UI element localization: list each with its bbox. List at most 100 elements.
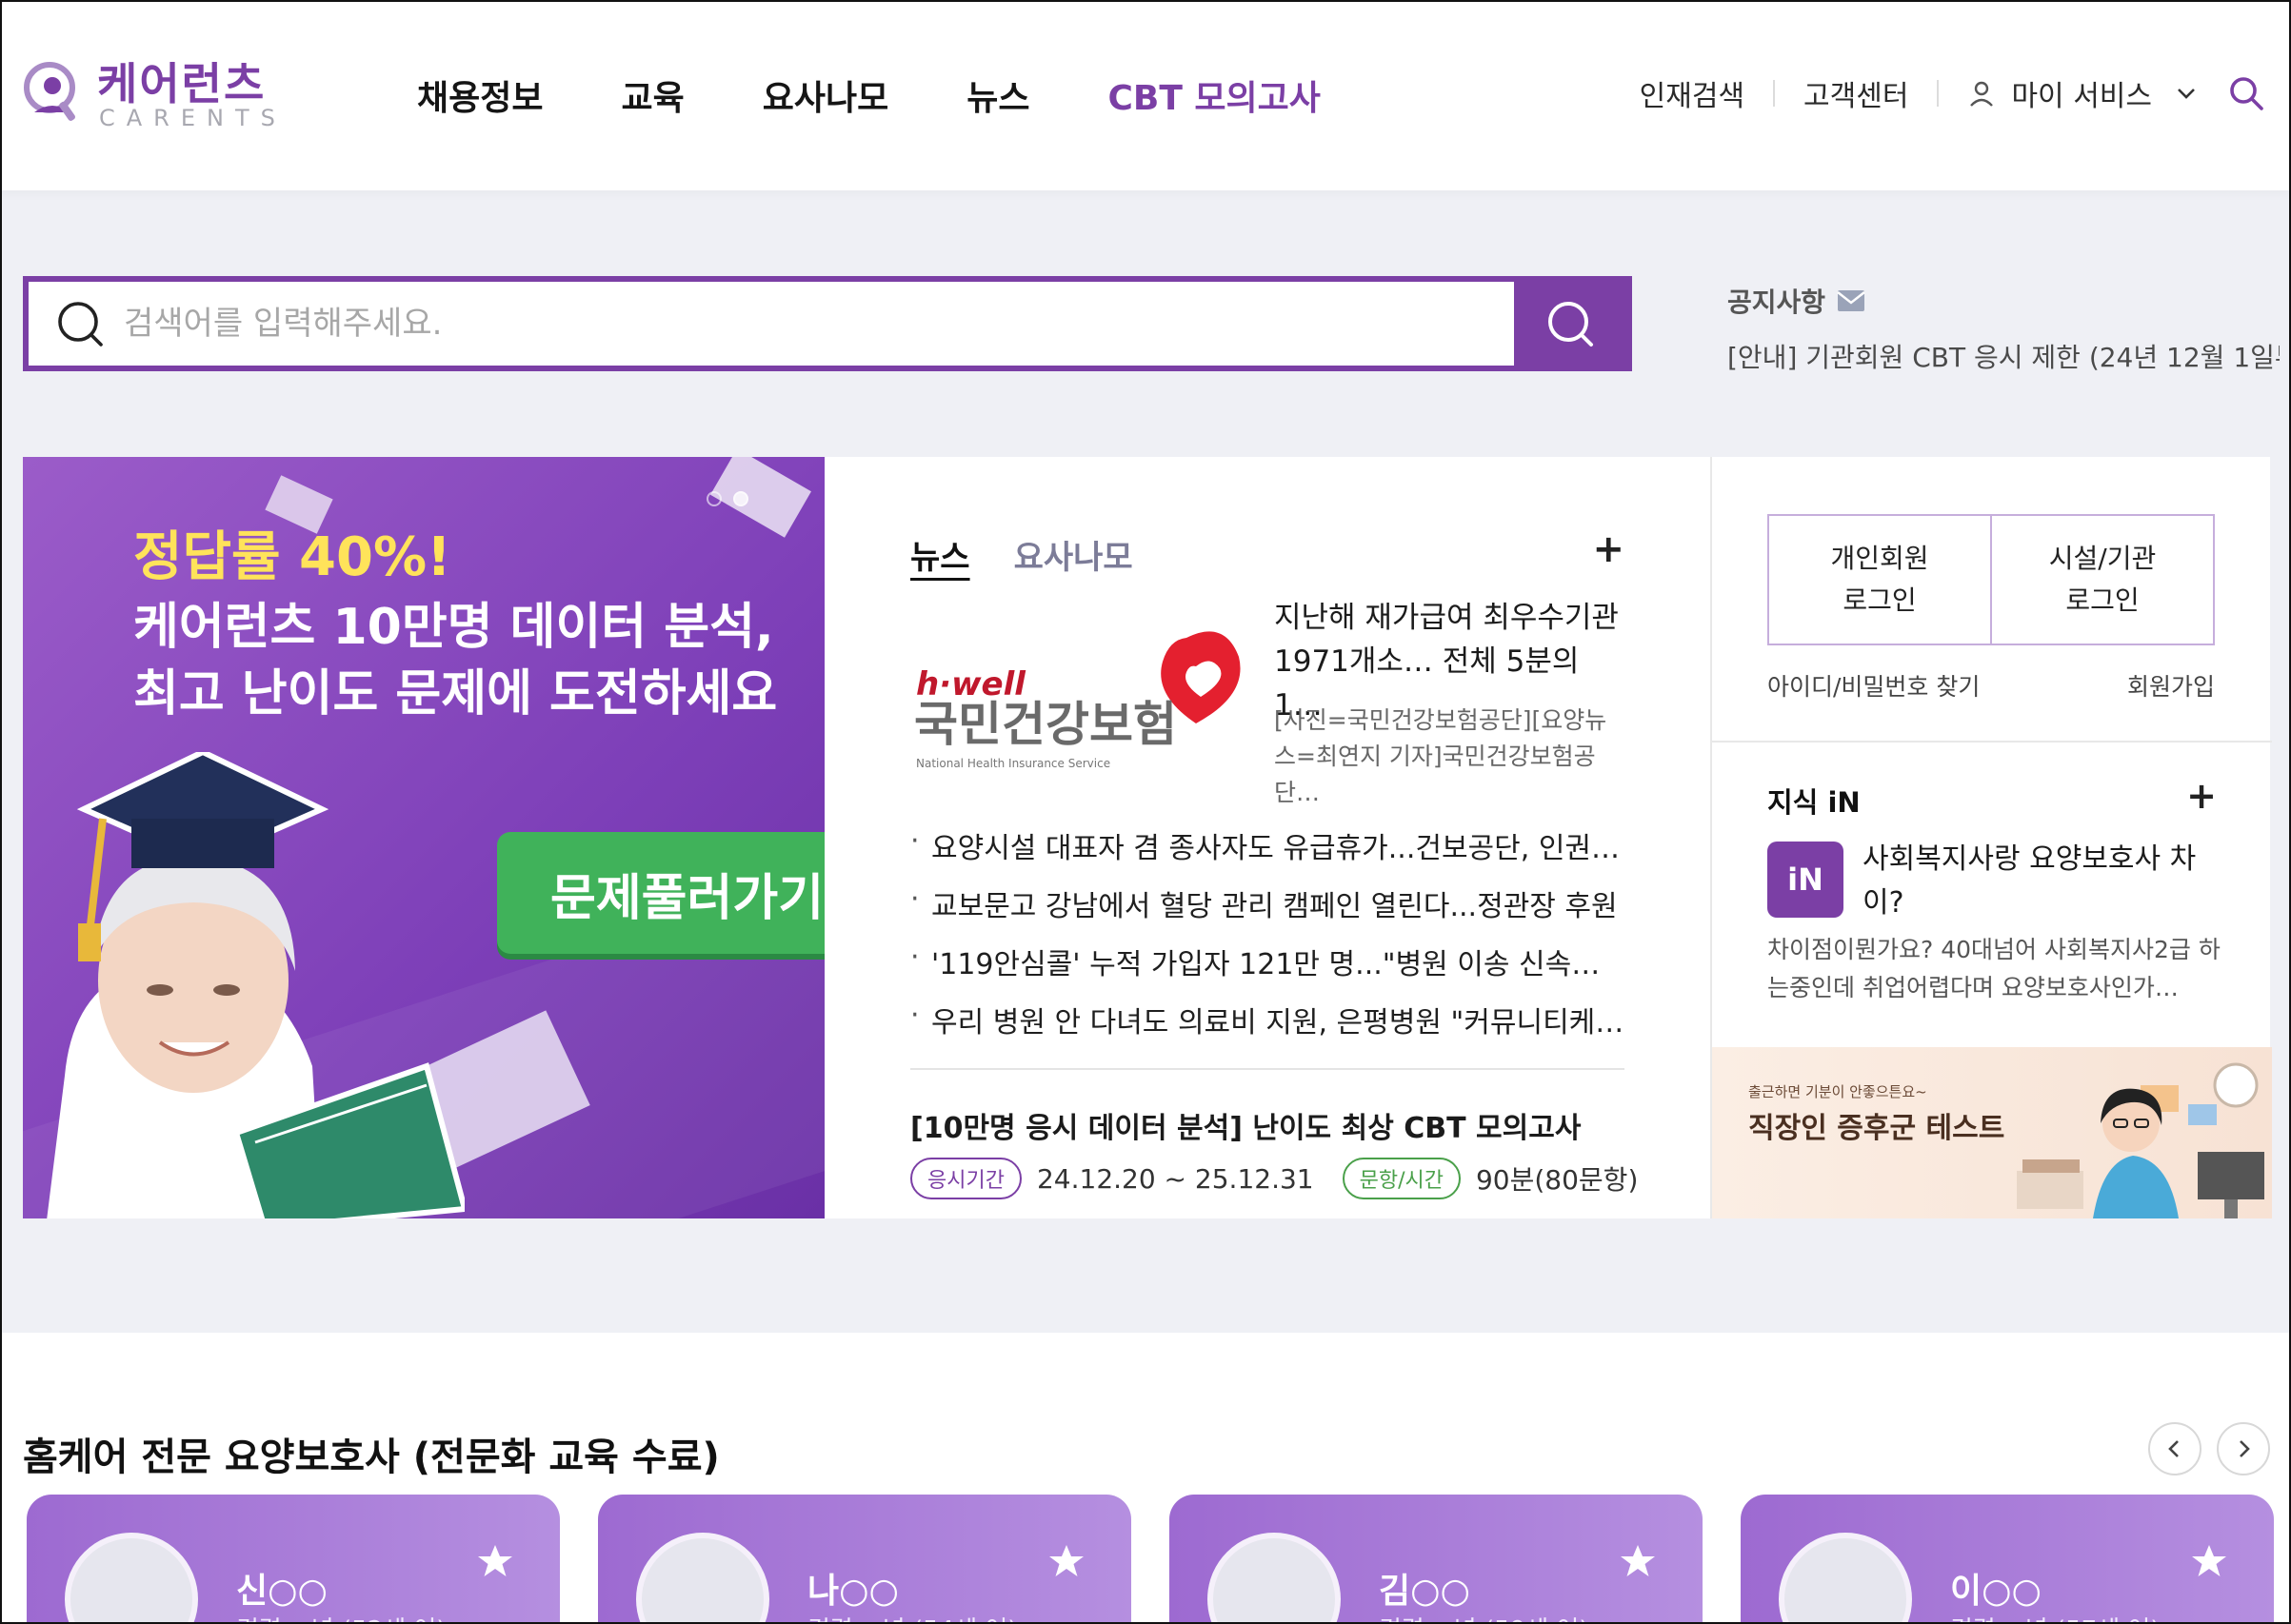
caregiver-card[interactable]: 신○○ 경력 ○년 (52세 여) bbox=[27, 1495, 560, 1624]
news-item[interactable]: 요양시설 대표자 겸 종사자도 유급휴가...건보공단, 인권위 … bbox=[910, 824, 1624, 882]
logo-subtext: CARENTS bbox=[99, 105, 287, 131]
news-list: 요양시설 대표자 겸 종사자도 유급휴가...건보공단, 인권위 … 교보문고 … bbox=[910, 824, 1624, 1057]
find-id-password-link[interactable]: 아이디/비밀번호 찾기 bbox=[1767, 668, 1980, 703]
news-more-button[interactable]: + bbox=[1592, 527, 1624, 571]
nav-jobs[interactable]: 채용정보 bbox=[417, 70, 543, 120]
side-banner-subtitle: 출근하면 기분이 안좋으튼요~ bbox=[1748, 1083, 1927, 1100]
news-item[interactable]: '119안심콜' 누적 가입자 121만 명..."병원 이송 신속하게" bbox=[910, 941, 1624, 999]
news-item[interactable]: 교보문고 강남에서 혈당 관리 캠페인 열린다...정관장 후원 bbox=[910, 882, 1624, 941]
search-input[interactable] bbox=[124, 282, 1514, 366]
notice-title-label: 공지사항 bbox=[1727, 287, 1826, 318]
banner-text-line: 최고 난이도 문제에 도전하세요 bbox=[133, 665, 778, 723]
divider bbox=[1712, 741, 2272, 743]
notice-title[interactable]: 공지사항 bbox=[1727, 282, 2280, 320]
personal-login-button[interactable]: 개인회원 로그인 bbox=[1769, 516, 1990, 644]
banner-headline: 정답률 40%! bbox=[133, 526, 451, 588]
star-icon[interactable] bbox=[2190, 1542, 2228, 1580]
divider bbox=[910, 1068, 1624, 1070]
talent-search-link[interactable]: 인재검색 bbox=[1640, 72, 1744, 114]
star-icon[interactable] bbox=[1619, 1542, 1657, 1580]
notice-box: 공지사항 [안내] 기관회원 CBT 응시 제한 (24년 12월 1일부터) bbox=[1727, 282, 2280, 375]
search-button[interactable] bbox=[1514, 282, 1626, 366]
caregiver-name: 김○○ bbox=[1379, 1572, 1470, 1611]
thumb-name-text: 국민건강보험 bbox=[914, 697, 1177, 752]
jisik-in-title: 지식 iN bbox=[1767, 786, 1861, 819]
featured-news-summary: [사진=국민건강보험공단][요양뉴스=최연지 기자]국민건강보험공단… bbox=[1274, 706, 1607, 806]
carousel-next-button[interactable] bbox=[2217, 1422, 2270, 1475]
chevron-left-icon bbox=[2168, 1440, 2179, 1457]
caregiver-info: 경력 ○년 (52세 여) bbox=[236, 1611, 446, 1624]
main-nav: 채용정보 교육 요사나모 뉴스 CBT 모의고사 bbox=[417, 70, 1399, 120]
side-banner-title: 직장인 증후군 테스트 bbox=[1748, 1112, 2005, 1145]
banner-dot[interactable] bbox=[707, 491, 722, 506]
promo-banner[interactable]: 정답률 40%! 케어런츠 10만명 데이터 분석, 최고 난이도 문제에 도전… bbox=[23, 457, 825, 1218]
logo-icon bbox=[24, 62, 75, 121]
login-box: 개인회원 로그인 시설/기관 로그인 bbox=[1767, 514, 2215, 645]
jisik-more-button[interactable]: + bbox=[2186, 775, 2217, 817]
graduate-woman-illustration bbox=[47, 752, 465, 1218]
user-icon bbox=[1970, 81, 1994, 107]
org-login-button[interactable]: 시설/기관 로그인 bbox=[1990, 516, 2213, 644]
period-tag: 응시기간 bbox=[910, 1158, 1022, 1199]
caregiver-card[interactable]: 이○○ 경력 ○년 (57세 여) bbox=[1741, 1495, 2274, 1624]
news-panel: 뉴스 요사나모 + h·well 국민건강보험 National Health … bbox=[825, 457, 1710, 1218]
caregiver-card[interactable]: 김○○ 경력 ○년 (59세 여) bbox=[1169, 1495, 1703, 1624]
divider bbox=[1773, 80, 1776, 107]
utility-nav: 인재검색 고객센터 마이 서비스 bbox=[1640, 72, 2264, 114]
chevron-right-icon bbox=[2240, 1440, 2250, 1457]
logo-text: 케어런츠 bbox=[97, 58, 267, 109]
star-icon[interactable] bbox=[476, 1542, 514, 1580]
cbt-exam-meta: 응시기간 24.12.20 ~ 25.12.31 문항/시간 90분(80문항) bbox=[910, 1158, 1666, 1199]
section-title: 홈케어 전문 요양보호사 (전문화 교육 수료) bbox=[23, 1436, 720, 1479]
mail-icon bbox=[1837, 290, 1865, 311]
site-header: 케어런츠 CARENTS 채용정보 교육 요사나모 뉴스 CBT 모의고사 인재… bbox=[0, 0, 2291, 190]
caregiver-name: 나○○ bbox=[807, 1572, 899, 1611]
login-links: 아이디/비밀번호 찾기 회원가입 bbox=[1767, 668, 2215, 703]
star-icon[interactable] bbox=[1047, 1542, 1086, 1580]
avatar bbox=[636, 1533, 769, 1624]
logo[interactable]: 케어런츠 CARENTS bbox=[21, 50, 288, 141]
banner-pagination bbox=[707, 491, 748, 506]
in-badge-icon: iN bbox=[1767, 842, 1843, 918]
thumb-en-text: National Health Insurance Service bbox=[916, 757, 1110, 770]
chevron-down-icon[interactable] bbox=[2175, 82, 2198, 105]
search-icon bbox=[58, 302, 103, 347]
solve-problems-button[interactable]: 문제풀러가기 bbox=[497, 832, 825, 954]
news-tabs: 뉴스 요사나모 bbox=[910, 531, 1133, 578]
caregiver-info: 경력 ○년 (54세 여) bbox=[807, 1611, 1017, 1624]
caregiver-name: 신○○ bbox=[236, 1572, 328, 1611]
signup-link[interactable]: 회원가입 bbox=[2127, 668, 2215, 703]
cbt-exam-title[interactable]: [10만명 응시 데이터 분석] 난이도 최상 CBT 모의고사 bbox=[910, 1104, 1581, 1146]
nav-education[interactable]: 교육 bbox=[621, 70, 684, 120]
login-label: 개인회원 bbox=[1830, 543, 1929, 574]
count-tag: 문항/시간 bbox=[1342, 1158, 1461, 1199]
office-syndrome-banner[interactable]: 출근하면 기분이 안좋으튼요~ 직장인 증후군 테스트 bbox=[1712, 1047, 2272, 1218]
nav-cbt-exam[interactable]: CBT 모의고사 bbox=[1107, 70, 1322, 120]
jisik-answer: 차이점이뭔가요? 40대넘어 사회복지사2급 하는중인데 취업어렵다며 요양보호… bbox=[1767, 936, 2221, 1001]
avatar bbox=[1779, 1533, 1912, 1624]
banner-dot-active[interactable] bbox=[733, 491, 748, 506]
tab-yosanamo[interactable]: 요사나모 bbox=[1014, 531, 1133, 578]
caregiver-info: 경력 ○년 (57세 여) bbox=[1950, 1611, 2160, 1624]
nav-news[interactable]: 뉴스 bbox=[966, 70, 1029, 120]
office-worker-illustration bbox=[2017, 1062, 2264, 1218]
login-label: 로그인 bbox=[1843, 584, 1917, 616]
nhis-logo-thumbnail[interactable]: h·well 국민건강보험 National Health Insurance … bbox=[910, 619, 1253, 781]
avatar bbox=[65, 1533, 198, 1624]
news-item[interactable]: 우리 병원 안 다녀도 의료비 지원, 은평병원 "커뮤니티케어 … bbox=[910, 999, 1624, 1057]
customer-center-link[interactable]: 고객센터 bbox=[1803, 72, 1908, 114]
login-label: 로그인 bbox=[2065, 584, 2140, 616]
notice-item[interactable]: [안내] 기관회원 CBT 응시 제한 (24년 12월 1일부터) bbox=[1727, 337, 2280, 375]
caregiver-card[interactable]: 나○○ 경력 ○년 (54세 여) bbox=[598, 1495, 1131, 1624]
carousel-prev-button[interactable] bbox=[2148, 1422, 2201, 1475]
right-panel: 개인회원 로그인 시설/기관 로그인 아이디/비밀번호 찾기 회원가입 지식 i… bbox=[1710, 457, 2272, 1218]
nav-yosanamo[interactable]: 요사나모 bbox=[763, 70, 888, 120]
caregiver-info: 경력 ○년 (59세 여) bbox=[1379, 1611, 1588, 1624]
jisik-question[interactable]: 사회복지사랑 요양보호사 차이? bbox=[1863, 838, 2224, 925]
my-service-menu[interactable]: 마이 서비스 bbox=[2011, 72, 2152, 114]
caregiver-name: 이○○ bbox=[1950, 1572, 2042, 1611]
tab-news[interactable]: 뉴스 bbox=[910, 531, 970, 578]
avatar bbox=[1207, 1533, 1341, 1624]
banner-text-line: 케어런츠 10만명 데이터 분석, bbox=[133, 599, 774, 656]
search-icon[interactable] bbox=[2228, 75, 2264, 111]
